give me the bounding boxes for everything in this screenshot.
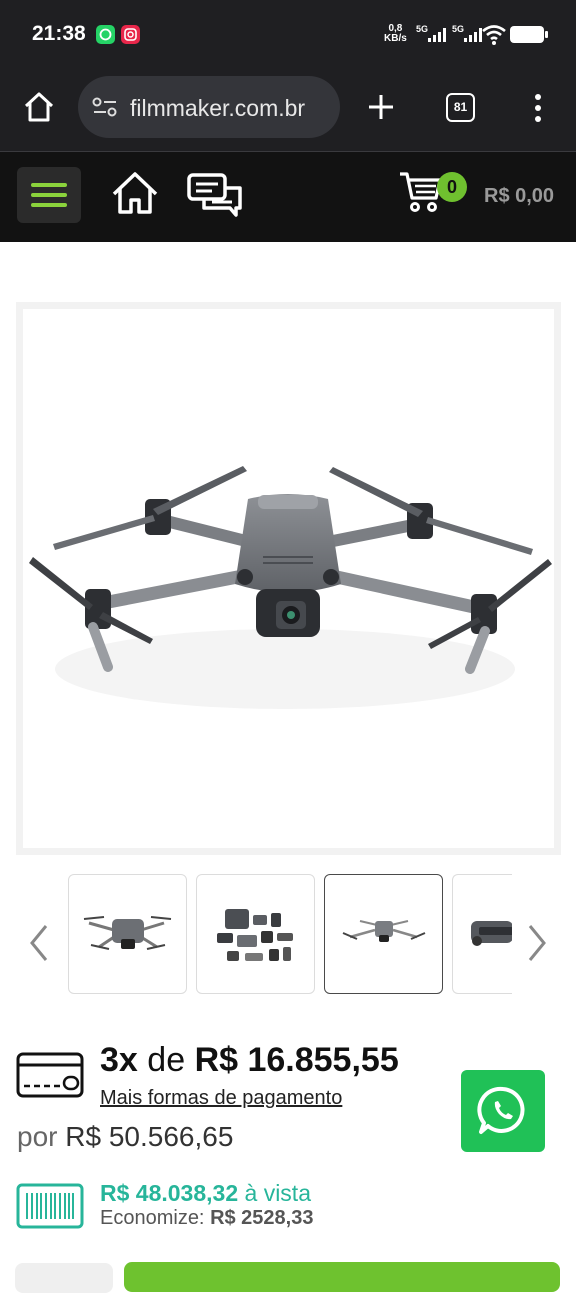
savings-info: Economize: R$ 2528,33 <box>100 1207 314 1229</box>
drone-thumbnail-partial <box>471 921 512 946</box>
hamburger-menu-button[interactable] <box>17 167 81 223</box>
whatsapp-notification-icon <box>96 25 115 44</box>
site-header: 0 R$ 0,00 <box>0 152 576 242</box>
drone-image <box>29 466 552 709</box>
credit-card-icon <box>16 1052 84 1103</box>
browser-toolbar: filmmaker.com.br 81 <box>0 68 576 152</box>
url-text[interactable]: filmmaker.com.br <box>130 95 305 122</box>
cellular-signal-icon-2: 5G <box>452 24 484 51</box>
drone-kit-thumbnail <box>217 909 293 961</box>
full-price: por R$ 50.566,65 <box>17 1121 234 1152</box>
installment-price: 3x de R$ 16.855,55 <box>100 1041 399 1079</box>
address-bar[interactable]: filmmaker.com.br <box>78 76 340 138</box>
tab-switcher-button[interactable]: 81 <box>446 93 475 122</box>
thumbnail-3[interactable] <box>324 874 443 994</box>
thumbnail-1[interactable] <box>68 874 187 994</box>
drone-thumbnail-top <box>342 920 426 942</box>
buy-button[interactable] <box>124 1262 560 1292</box>
cart-total[interactable]: R$ 0,00 <box>484 185 554 208</box>
cash-price: R$ 48.038,32 à vista <box>100 1180 311 1206</box>
network-speed: 0,8 KB/s <box>384 23 407 44</box>
thumbnail-prev-arrow[interactable] <box>26 922 52 969</box>
whatsapp-icon <box>477 1086 525 1134</box>
site-settings-icon[interactable] <box>92 96 118 123</box>
drone-thumbnail-front <box>83 916 172 950</box>
quantity-selector[interactable] <box>15 1263 113 1293</box>
thumbnail-next-arrow[interactable] <box>524 922 550 969</box>
chat-icon[interactable] <box>186 172 244 225</box>
instagram-notification-icon <box>121 25 140 44</box>
status-time: 21:38 <box>32 22 86 45</box>
shopping-cart-icon[interactable] <box>398 170 444 221</box>
network-type-1: 5G <box>416 24 428 34</box>
thumbnail-2[interactable] <box>196 874 315 994</box>
network-type-2: 5G <box>452 24 464 34</box>
thumbnail-4[interactable] <box>452 874 512 994</box>
more-payment-options-link[interactable]: Mais formas de pagamento <box>100 1087 342 1110</box>
wifi-icon <box>481 24 507 51</box>
more-menu-icon[interactable] <box>532 92 544 129</box>
cellular-signal-icon: 5G <box>416 24 448 51</box>
battery-icon <box>510 26 548 43</box>
new-tab-icon[interactable] <box>366 92 396 127</box>
browser-home-icon[interactable] <box>22 90 56 129</box>
status-bar: 21:38 0,8 KB/s 5G 5G <box>0 0 576 68</box>
product-main-image[interactable] <box>16 302 561 855</box>
cart-count-badge[interactable]: 0 <box>437 172 467 202</box>
home-icon[interactable] <box>110 170 160 221</box>
barcode-icon <box>16 1183 84 1234</box>
whatsapp-button[interactable] <box>461 1070 545 1152</box>
